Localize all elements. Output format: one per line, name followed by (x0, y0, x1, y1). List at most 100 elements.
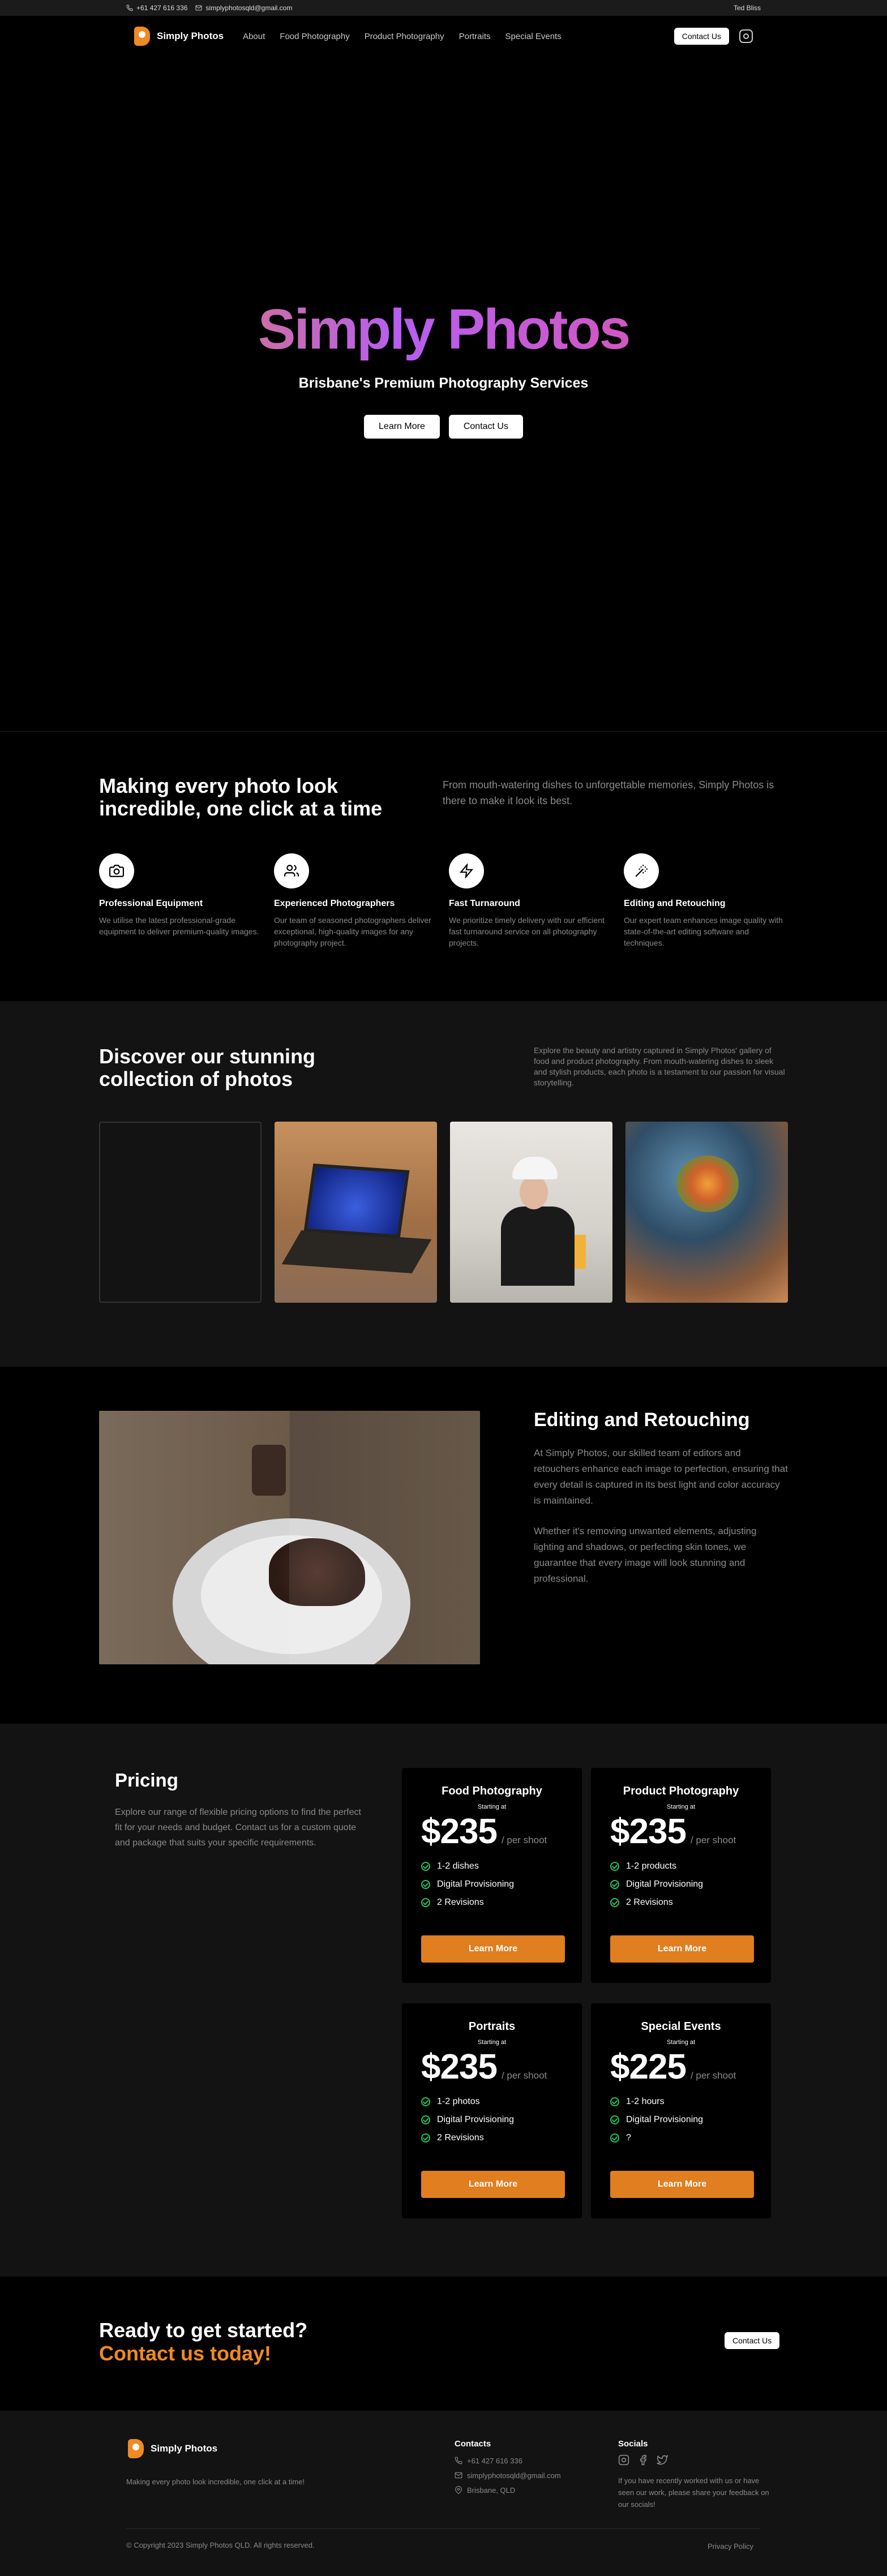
camera-icon (109, 865, 124, 877)
pricing-card-food: Food Photography Starting at $235/ per s… (402, 1768, 582, 1983)
top-bar: +61 427 616 336 simplyphotosqld@gmail.co… (0, 0, 887, 16)
editing-paragraph-2: Whether it's removing unwanted elements,… (534, 1526, 757, 1584)
pricing-amount: $235 (421, 1812, 498, 1851)
section-divider (0, 731, 887, 732)
twitter-icon[interactable] (657, 2454, 669, 2466)
footer-socials-heading: Socials (618, 2439, 648, 2449)
topbar-email[interactable]: simplyphotosqld@gmail.com (195, 4, 292, 12)
features-description: From mouth-watering dishes to unforgetta… (443, 779, 774, 806)
editing-paragraph-1: At Simply Photos, our skilled team of ed… (534, 1448, 788, 1506)
pricing-card-special-events: Special Events Starting at $225/ per sho… (591, 2003, 771, 2218)
check-circle-icon (421, 2133, 430, 2143)
hero-contact-button[interactable]: Contact Us (448, 415, 523, 439)
pricing-card-title: Portraits (468, 2020, 516, 2033)
lightning-icon (459, 864, 474, 878)
footer-email[interactable]: simplyphotosqld@gmail.com (455, 2468, 561, 2483)
pricing-per: / per shoot (690, 1835, 736, 1845)
pricing-feature: Digital Provisioning (421, 2111, 563, 2129)
features-list: Professional Equipment We utilise the la… (99, 853, 788, 948)
feature-title: Editing and Retouching (624, 899, 726, 908)
footer-socials: Socials If you have recently worked with… (618, 2439, 771, 2510)
pricing-feature: Digital Provisioning (610, 1875, 752, 1894)
pricing-starting-label: Starting at (477, 1804, 507, 1810)
wand-icon (635, 865, 648, 877)
topbar-email-text: simplyphotosqld@gmail.com (205, 4, 293, 12)
topbar-user[interactable]: Ted Bliss (734, 4, 761, 12)
pricing-per: / per shoot (501, 2070, 547, 2081)
footer-logo[interactable]: Simply Photos (128, 2439, 217, 2458)
cta-subheading: Contact us today! (99, 2342, 272, 2365)
feature-icon-circle (274, 853, 309, 888)
gallery-photo-placeholder[interactable] (99, 1122, 262, 1303)
pricing-title: Pricing (115, 1770, 178, 1791)
mail-icon (455, 2472, 462, 2479)
location-pin-icon (455, 2486, 462, 2494)
footer-location: Brisbane, QLD (455, 2483, 561, 2497)
hero-subtitle: Brisbane's Premium Photography Services (298, 375, 589, 391)
pricing-amount: $235 (421, 2047, 498, 2086)
pricing-per: / per shoot (690, 2070, 736, 2081)
social-icons (618, 2454, 771, 2466)
check-circle-icon (421, 1898, 430, 1907)
hero-learn-more-button[interactable]: Learn More (364, 415, 440, 439)
instagram-icon[interactable] (739, 29, 753, 43)
check-circle-icon (421, 2097, 430, 2106)
facebook-icon[interactable] (637, 2454, 649, 2466)
footer-phone[interactable]: +61 427 616 336 (455, 2453, 561, 2468)
nav-link-product-photography[interactable]: Product Photography (365, 32, 444, 41)
check-circle-icon (610, 1898, 619, 1907)
hero-buttons: Learn More Contact Us (0, 415, 887, 439)
nav-actions: Contact Us (674, 28, 753, 45)
pricing-amount: $235 (610, 1812, 687, 1851)
users-icon (284, 865, 299, 877)
pricing-feature: 1-2 photos (421, 2093, 563, 2111)
brand-name: Simply Photos (157, 31, 224, 41)
pricing-feature: 2 Revisions (610, 1894, 752, 1912)
learn-more-button[interactable]: Learn More (610, 2171, 754, 2198)
feature-title: Experienced Photographers (274, 899, 395, 908)
nav-link-about[interactable]: About (243, 32, 265, 41)
gallery-description: Explore the beauty and artistry captured… (534, 1046, 785, 1087)
feature-icon-circle (449, 853, 484, 888)
footer-brand-name: Simply Photos (151, 2443, 218, 2454)
feature-text: Our expert team enhances image quality w… (624, 916, 783, 947)
pricing-card-title: Special Events (641, 2020, 721, 2033)
pricing-feature: 1-2 dishes (421, 1857, 563, 1875)
nav-link-special-events[interactable]: Special Events (505, 32, 562, 41)
hero-title: Simply Photos (0, 297, 887, 362)
pricing-feature: 2 Revisions (421, 2129, 563, 2147)
gallery-photo-event-table[interactable] (625, 1122, 788, 1303)
check-circle-icon (610, 1880, 619, 1889)
pricing-card-portraits: Portraits Starting at $235/ per shoot 1-… (402, 2003, 582, 2218)
nav-link-portraits[interactable]: Portraits (459, 32, 491, 41)
gallery-photo-portrait[interactable] (450, 1122, 612, 1303)
privacy-policy-link[interactable]: Privacy Policy (708, 2542, 753, 2551)
feature-item: Experienced Photographers Our team of se… (274, 853, 438, 948)
footer-socials-note: If you have recently worked with us or h… (618, 2476, 769, 2509)
pricing-per: / per shoot (501, 1835, 547, 1845)
phone-icon (455, 2457, 462, 2465)
feature-item: Fast Turnaround We prioritize timely del… (449, 853, 613, 948)
footer-tagline: Making every photo look incredible, one … (126, 2478, 305, 2486)
instagram-icon[interactable] (618, 2454, 629, 2466)
pricing-feature: 2 Revisions (421, 1894, 563, 1912)
pricing-starting-label: Starting at (666, 2039, 696, 2046)
feature-title: Professional Equipment (99, 899, 203, 908)
gallery-photo-laptop[interactable] (275, 1122, 437, 1303)
nav-link-food-photography[interactable]: Food Photography (280, 32, 349, 41)
nav-contact-button[interactable]: Contact Us (674, 28, 729, 45)
cta-contact-button[interactable]: Contact Us (725, 2332, 780, 2349)
learn-more-button[interactable]: Learn More (421, 1935, 565, 1963)
learn-more-button[interactable]: Learn More (610, 1935, 754, 1963)
brand-logo[interactable]: Simply Photos (134, 27, 224, 46)
feature-icon-circle (99, 853, 134, 888)
pricing-card-title: Food Photography (442, 1785, 542, 1797)
feature-item: Professional Equipment We utilise the la… (99, 853, 263, 948)
nav-links: About Food Photography Product Photograp… (243, 32, 562, 41)
pricing-starting-label: Starting at (666, 1804, 696, 1810)
check-circle-icon (421, 1862, 430, 1871)
check-circle-icon (610, 2115, 619, 2124)
learn-more-button[interactable]: Learn More (421, 2171, 565, 2198)
topbar-phone[interactable]: +61 427 616 336 (126, 4, 187, 12)
features-title: Making every photo look incredible, one … (99, 774, 383, 820)
